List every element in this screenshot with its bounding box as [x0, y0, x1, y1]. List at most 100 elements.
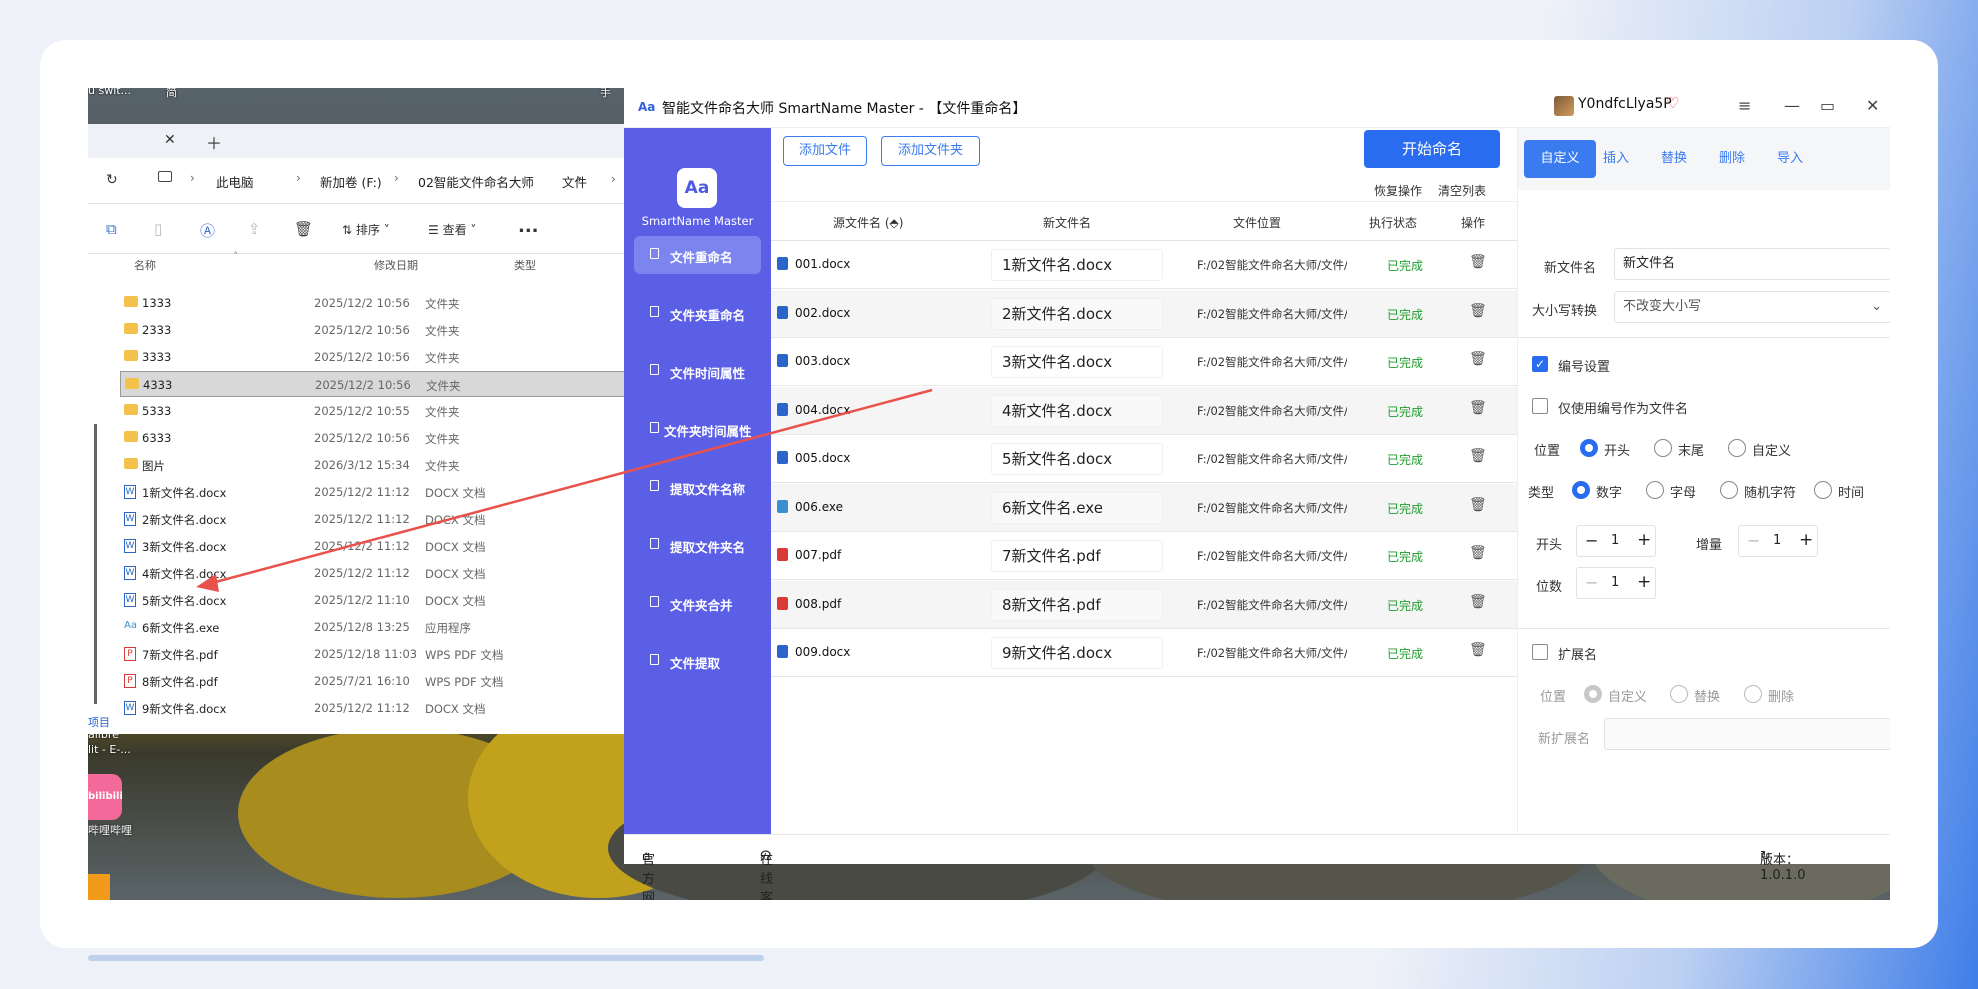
minimize-icon[interactable]: — — [1784, 96, 1800, 115]
delete-row-icon[interactable]: 🗑 — [1469, 642, 1487, 658]
sidebar-item[interactable]: 提取文件名称 — [634, 468, 761, 506]
new-file-name-input[interactable]: 2新文件名.docx — [991, 297, 1163, 330]
list-item[interactable]: 4333 2025/12/2 10:56 文件夹 — [120, 371, 625, 397]
list-item[interactable]: 图片 2026/3/12 15:34 文件夹 — [120, 452, 625, 478]
paste-icon[interactable]: ▯ — [154, 220, 162, 238]
digits-stepper[interactable]: −1 + — [1576, 567, 1656, 599]
table-row[interactable]: 001.docx 1新文件名.docx F:/02智能文件命名大师/文件/已完成 🗑 — [771, 241, 1517, 289]
add-folder-button[interactable]: 添加文件夹 — [881, 136, 980, 166]
share-icon[interactable]: ⇪ — [248, 220, 261, 238]
ext-custom-radio[interactable] — [1584, 685, 1602, 703]
ext-delete-radio[interactable] — [1744, 685, 1762, 703]
start-stepper[interactable]: −1 + — [1576, 525, 1656, 557]
delete-row-icon[interactable]: 🗑 — [1469, 400, 1487, 416]
bilibili-icon[interactable]: bilibili — [88, 774, 122, 820]
menu-icon[interactable]: ≡ — [1738, 96, 1751, 115]
clear-list-button[interactable]: 清空列表 — [1438, 182, 1486, 199]
table-row[interactable]: 006.exe 6新文件名.exe F:/02智能文件命名大师/文件/已完成 🗑 — [771, 483, 1517, 532]
page-scrollbar[interactable] — [88, 955, 764, 961]
table-row[interactable]: 004.docx 4新文件名.docx F:/02智能文件命名大师/文件/已完成 🗑 — [771, 386, 1517, 435]
plus-icon[interactable]: + — [1637, 530, 1651, 550]
new-file-name-input[interactable]: 3新文件名.docx — [991, 346, 1163, 378]
tab-import[interactable]: 导入 — [1754, 140, 1826, 178]
delete-row-icon[interactable]: 🗑 — [1469, 497, 1487, 513]
column-name[interactable]: 名称 — [134, 257, 156, 273]
only-number-checkbox[interactable] — [1532, 398, 1548, 414]
username[interactable]: Y0ndfcLlya5P — [1578, 96, 1672, 112]
position-start-radio[interactable] — [1580, 439, 1598, 457]
table-row[interactable]: 007.pdf 7新文件名.pdf F:/02智能文件命名大师/文件/已完成 🗑 — [771, 532, 1517, 580]
sidebar-item[interactable]: 文件夹重命名 — [634, 294, 761, 332]
breadcrumb-item[interactable]: 此电脑 — [216, 172, 254, 191]
table-row[interactable]: 008.pdf 8新文件名.pdf F:/02智能文件命名大师/文件/已完成 🗑 — [771, 580, 1517, 629]
sidebar-item[interactable]: 文件时间属性 — [634, 352, 761, 390]
start-rename-button[interactable]: 开始命名 — [1364, 130, 1500, 168]
type-letter-radio[interactable] — [1646, 481, 1664, 499]
new-file-name-input[interactable]: 9新文件名.docx — [991, 637, 1163, 669]
type-random-radio[interactable] — [1720, 481, 1738, 499]
add-file-button[interactable]: 添加文件 — [783, 136, 867, 166]
view-button[interactable]: ☰ 查看 ˅ — [428, 221, 476, 238]
new-file-name-input[interactable]: 7新文件名.pdf — [991, 540, 1163, 572]
list-item[interactable]: 5333 2025/12/2 10:55 文件夹 — [120, 398, 625, 424]
delete-row-icon[interactable]: 🗑 — [1469, 545, 1487, 561]
list-item[interactable]: W 3新文件名.docx 2025/12/2 11:12 DOCX 文档 — [120, 533, 625, 559]
list-item[interactable]: W 4新文件名.docx 2025/12/2 11:12 DOCX 文档 — [120, 560, 625, 586]
column-date[interactable]: 修改日期 — [374, 257, 418, 273]
delete-row-icon[interactable]: 🗑 — [1469, 594, 1487, 610]
case-select[interactable]: 不改变大小写 ⌄ — [1614, 291, 1890, 323]
list-item[interactable]: W 5新文件名.docx 2025/12/2 11:10 DOCX 文档 — [120, 587, 625, 613]
plus-icon[interactable]: + — [1799, 530, 1813, 550]
new-file-name-input[interactable]: 6新文件名.exe — [991, 491, 1163, 524]
new-file-name-input[interactable]: 4新文件名.docx — [991, 394, 1163, 427]
delete-icon[interactable]: 🗑 — [294, 220, 313, 238]
delete-row-icon[interactable]: 🗑 — [1469, 351, 1487, 367]
sidebar-item[interactable]: 文件提取 — [634, 642, 761, 680]
rename-icon[interactable]: Ⓐ — [200, 220, 215, 241]
copy-icon[interactable]: ⧉ — [106, 220, 117, 238]
new-tab-icon[interactable]: ＋ — [206, 130, 222, 154]
ext-replace-radio[interactable] — [1670, 685, 1688, 703]
type-time-radio[interactable] — [1814, 481, 1832, 499]
explorer-scrollbar[interactable] — [94, 424, 97, 704]
delete-row-icon[interactable]: 🗑 — [1469, 303, 1487, 319]
close-tab-icon[interactable]: ✕ — [164, 132, 176, 148]
minus-icon[interactable]: − — [1585, 573, 1598, 592]
list-item[interactable]: 6333 2025/12/2 10:56 文件夹 — [120, 425, 625, 451]
list-item[interactable]: Aа 6新文件名.exe 2025/12/8 13:25 应用程序 — [120, 614, 625, 640]
plus-icon[interactable]: + — [1637, 572, 1651, 592]
list-item[interactable]: P 8新文件名.pdf 2025/7/21 16:10 WPS PDF 文档 — [120, 668, 625, 694]
new-name-input[interactable]: 新文件名 — [1614, 248, 1890, 280]
breadcrumb-item[interactable]: 02智能文件命名大师 — [418, 172, 534, 191]
list-item[interactable]: W 1新文件名.docx 2025/12/2 11:12 DOCX 文档 — [120, 479, 625, 505]
increment-stepper[interactable]: −1 + — [1738, 525, 1818, 557]
new-file-name-input[interactable]: 5新文件名.docx — [991, 443, 1163, 475]
minus-icon[interactable]: − — [1747, 531, 1760, 550]
undo-button[interactable]: 恢复操作 — [1374, 182, 1422, 199]
new-file-name-input[interactable]: 1新文件名.docx — [991, 249, 1163, 281]
sidebar-item[interactable]: 文件夹时间属性 — [634, 410, 761, 448]
refresh-icon[interactable]: ↻ — [106, 172, 118, 188]
breadcrumb-item[interactable]: 新加卷 (F:) — [320, 172, 382, 191]
orange-app-icon[interactable] — [88, 874, 110, 900]
sort-button[interactable]: ⇅ 排序 ˅ — [342, 221, 390, 238]
avatar[interactable] — [1554, 96, 1574, 116]
breadcrumb-item[interactable]: 文件 — [562, 172, 587, 191]
minus-icon[interactable]: − — [1585, 531, 1598, 550]
sidebar-item[interactable]: 提取文件夹名 — [634, 526, 761, 564]
list-item[interactable]: W 2新文件名.docx 2025/12/2 11:12 DOCX 文档 — [120, 506, 625, 532]
more-button[interactable]: ... — [518, 216, 539, 237]
column-type[interactable]: 类型 — [514, 257, 536, 273]
column-source-name[interactable]: 源文件名 (⬘) — [833, 214, 903, 231]
table-row[interactable]: 009.docx 9新文件名.docx F:/02智能文件命名大师/文件/已完成 🗑 — [771, 629, 1517, 677]
type-number-radio[interactable] — [1572, 481, 1590, 499]
table-row[interactable]: 005.docx 5新文件名.docx F:/02智能文件命名大师/文件/已完成 🗑 — [771, 435, 1517, 483]
maximize-icon[interactable]: ▭ — [1820, 96, 1835, 115]
list-item[interactable]: 1333 2025/12/2 10:56 文件夹 — [120, 290, 625, 316]
sidebar-item[interactable]: 文件夹合并 — [634, 584, 761, 622]
list-item[interactable]: 2333 2025/12/2 10:56 文件夹 — [120, 317, 625, 343]
extension-checkbox[interactable] — [1532, 644, 1548, 660]
position-end-radio[interactable] — [1654, 439, 1672, 457]
new-ext-input[interactable] — [1604, 718, 1890, 750]
table-row[interactable]: 003.docx 3新文件名.docx F:/02智能文件命名大师/文件/已完成 🗑 — [771, 338, 1517, 386]
